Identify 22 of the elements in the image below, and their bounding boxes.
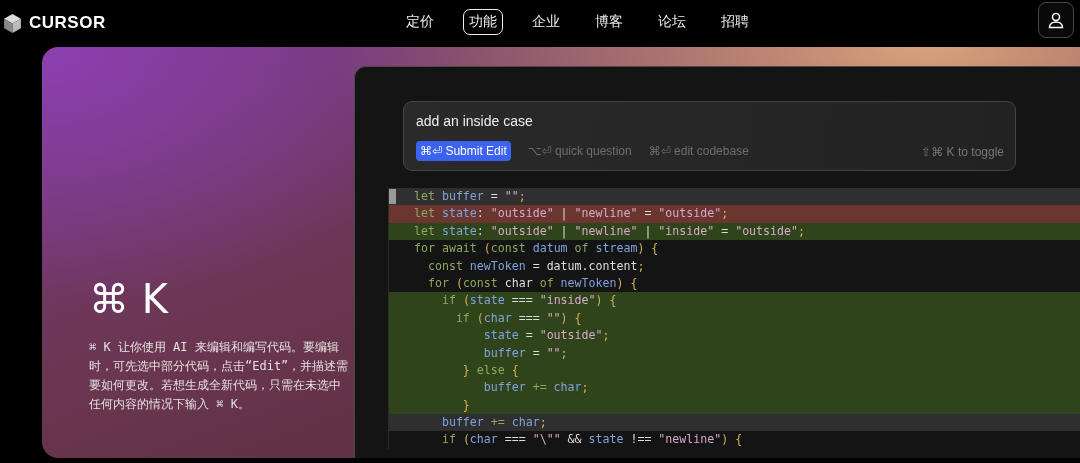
nav-link[interactable]: 企业 <box>526 9 566 35</box>
prompt-input[interactable]: add an inside case <box>416 113 1004 133</box>
code-line: const newToken = datum.content; <box>426 257 646 275</box>
logo-text: CURSOR <box>29 13 106 33</box>
submit-edit-button[interactable]: ⌘⏎ Submit Edit <box>416 141 511 161</box>
code-line: for await (const datum of stream) { <box>413 240 660 258</box>
cursor-marker <box>389 189 396 204</box>
toggle-hint: ⇧⌘ K to toggle <box>921 145 1004 159</box>
nav-link[interactable]: 功能 <box>463 9 503 35</box>
shortcut-hint: ⌘⏎ edit codebase <box>648 143 749 160</box>
code-line: if (char === "\"" && state !== "newline") { <box>440 431 744 449</box>
nav-link[interactable]: 定价 <box>400 9 440 35</box>
cube-logo-icon <box>2 12 23 34</box>
nav-link[interactable]: 招聘 <box>715 9 755 35</box>
feature-description: ⌘ K 让你使用 AI 来编辑和编写代码。要编辑时，可先选中部分代码，点击“Edit”，并描述需要如何更改。若想生成全新代码，只需在未选中任何内容的情况下输入 ⌘ K。 <box>89 339 350 413</box>
user-icon <box>1047 11 1065 29</box>
code-line: for (const char of newToken) { <box>426 274 639 292</box>
feature-title: ⌘ K <box>89 276 170 322</box>
shortcut-hint: ⌥⏎ quick question <box>527 143 632 160</box>
nav-link[interactable]: 论坛 <box>652 9 692 35</box>
account-button[interactable] <box>1038 2 1074 38</box>
nav-link[interactable]: 博客 <box>589 9 629 35</box>
